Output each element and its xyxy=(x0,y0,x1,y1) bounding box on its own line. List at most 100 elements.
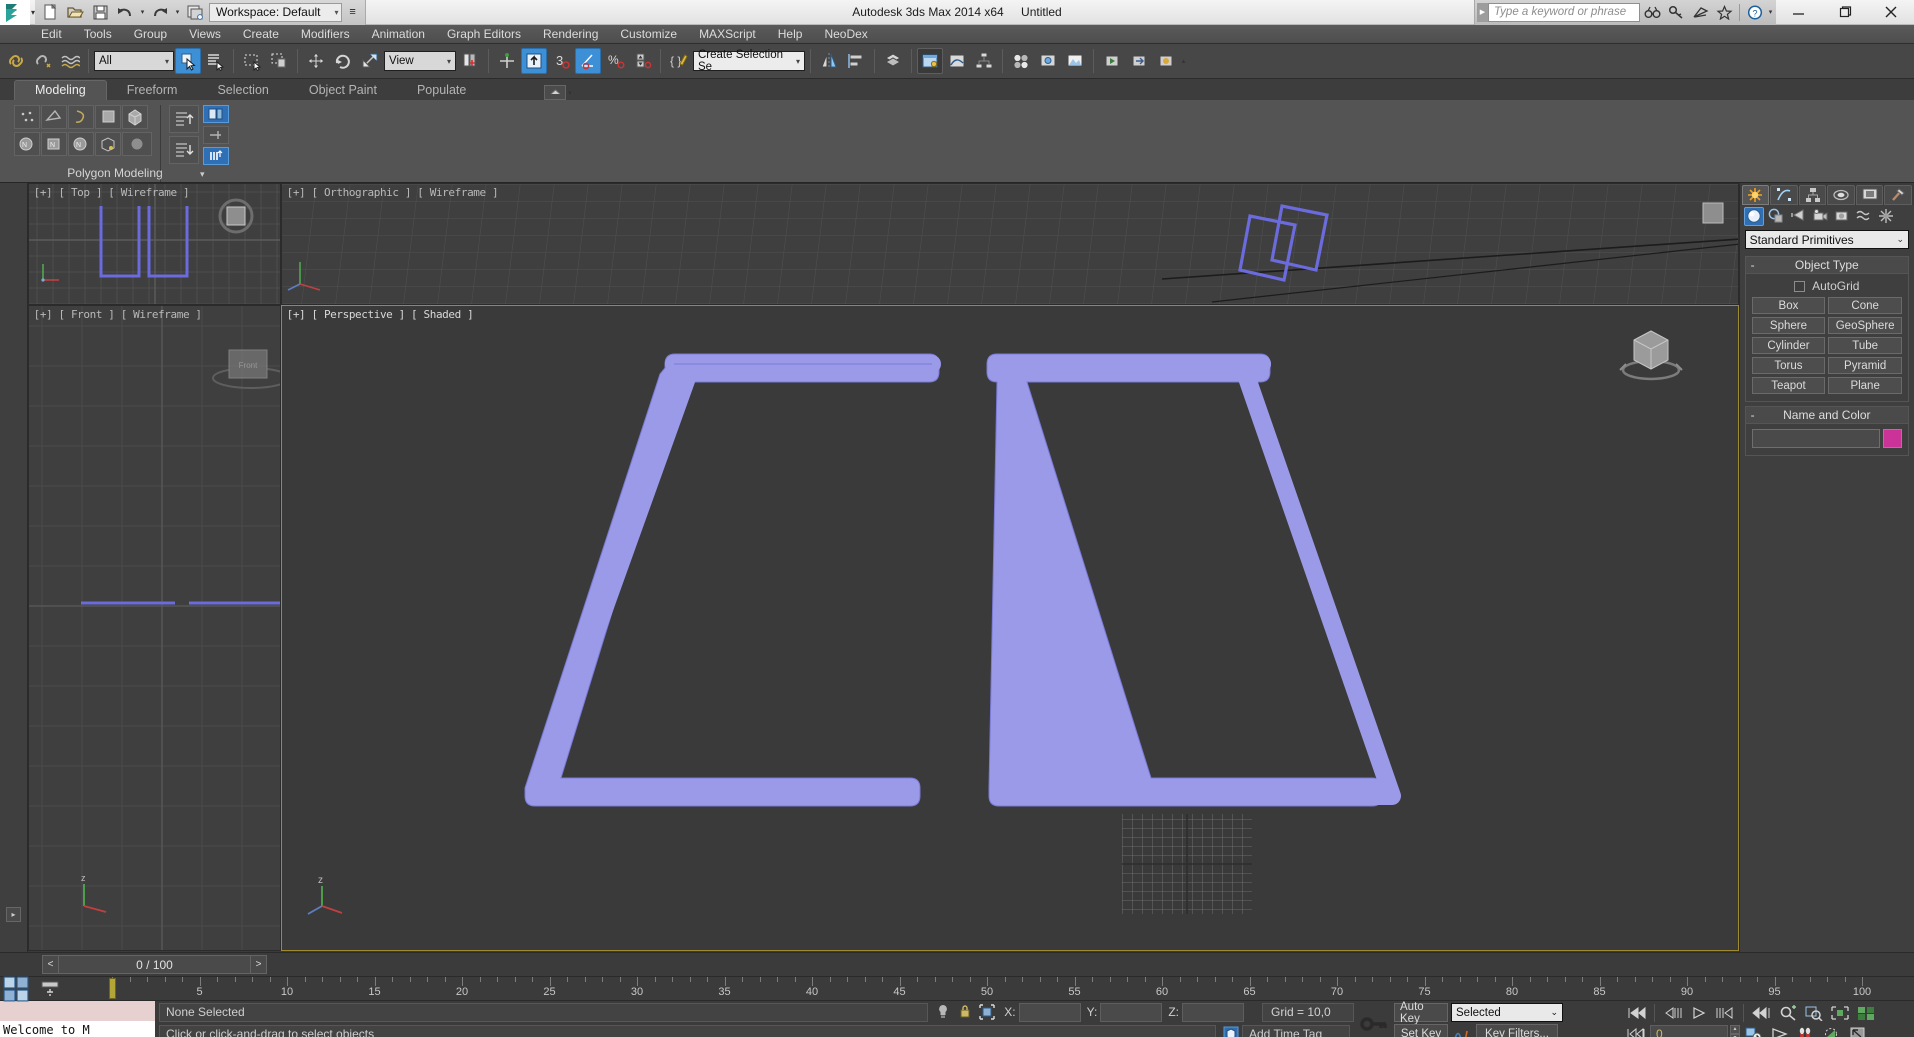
select-object-icon[interactable] xyxy=(175,48,201,74)
show-cage-icon[interactable] xyxy=(203,105,229,123)
lightbulb-icon[interactable] xyxy=(932,1002,954,1022)
preserve-uvs-icon[interactable] xyxy=(203,147,229,165)
rendered-frame-window-icon[interactable] xyxy=(1062,48,1088,74)
motion-tab[interactable] xyxy=(1827,185,1855,205)
coord-z-field[interactable] xyxy=(1182,1002,1244,1022)
viewport-perspective[interactable]: z [+] [ Perspective ] [ Shaded ] xyxy=(280,305,1739,951)
frame-readout[interactable]: 0 / 100 xyxy=(59,955,250,974)
cameras-icon[interactable] xyxy=(1810,207,1830,226)
rectangular-selection-region-icon[interactable] xyxy=(239,48,265,74)
menu-item-modifiers[interactable]: Modifiers xyxy=(290,25,361,43)
edit-named-selection-sets-icon[interactable]: { } xyxy=(666,48,692,74)
paint-connect-icon[interactable] xyxy=(95,132,121,156)
workspace-selector[interactable]: Workspace: Default ▾ xyxy=(209,2,342,22)
cylinder-button[interactable]: Cylinder xyxy=(1751,337,1826,354)
close-icon[interactable] xyxy=(1868,0,1914,25)
help-dropdown-icon[interactable]: ▾ xyxy=(1767,8,1774,16)
key-mode-icon[interactable] xyxy=(1354,1001,1394,1037)
search-input[interactable]: Type a keyword or phrase xyxy=(1488,2,1640,22)
material-editor-icon[interactable] xyxy=(1008,48,1034,74)
ribbon-options-caret-icon[interactable]: ▾ xyxy=(566,89,573,97)
isolate-selection-icon[interactable] xyxy=(1220,1024,1242,1037)
maxscript-input-line[interactable] xyxy=(0,1001,155,1021)
previous-frame-icon[interactable] xyxy=(1661,1003,1685,1023)
goto-end-icon[interactable] xyxy=(1750,1003,1774,1023)
zoom-icon[interactable] xyxy=(1776,1003,1800,1023)
spinner-snap-toggle-icon[interactable] xyxy=(629,48,655,74)
collapse-up-icon[interactable] xyxy=(169,105,199,133)
menu-item-create[interactable]: Create xyxy=(232,25,290,43)
satellite-icon[interactable] xyxy=(1688,1,1712,23)
time-configuration-icon[interactable] xyxy=(1742,1024,1766,1037)
viewport-front[interactable]: Front z [+] [ Front ] [ Wireframe ] xyxy=(27,305,281,951)
generate-topology-icon[interactable]: N xyxy=(14,132,40,156)
maxscript-mini-listener[interactable]: Welcome to M xyxy=(0,1001,155,1037)
key-mode-toggle-icon[interactable] xyxy=(1624,1024,1648,1037)
torus-button[interactable]: Torus xyxy=(1751,357,1826,374)
unlink-selection-icon[interactable] xyxy=(30,48,56,74)
menu-item-maxscript[interactable]: MAXScript xyxy=(688,25,767,43)
next-frame-arrow[interactable]: > xyxy=(250,955,267,974)
menu-item-customize[interactable]: Customize xyxy=(609,25,688,43)
app-logo[interactable] xyxy=(0,0,30,25)
coord-x-field[interactable] xyxy=(1018,1002,1081,1022)
previous-frame-arrow[interactable]: < xyxy=(42,955,59,974)
angle-snap-toggle-icon[interactable] xyxy=(575,48,601,74)
view-cube-perspective[interactable] xyxy=(1616,318,1686,384)
absolute-relative-icon[interactable] xyxy=(976,1002,998,1022)
key-filters-curve-icon[interactable] xyxy=(1451,1024,1473,1037)
selection-filter-dropdown[interactable]: All ▾ xyxy=(94,51,174,71)
tab-modeling[interactable]: Modeling xyxy=(14,80,107,100)
rollout-collapse-icon[interactable]: - xyxy=(1751,258,1755,272)
reference-coordinate-dropdown[interactable]: View ▾ xyxy=(384,51,456,71)
pyramid-button[interactable]: Pyramid xyxy=(1828,357,1902,374)
menu-item-edit[interactable]: Edit xyxy=(30,25,73,43)
minimize-icon[interactable] xyxy=(1776,0,1822,25)
viewport-top[interactable]: [+] [ Top ] [ Wireframe ] xyxy=(27,183,281,305)
project-folder-icon[interactable] xyxy=(184,2,206,23)
menu-item-neodex[interactable]: NeoDex xyxy=(813,25,878,43)
key-mode-dropdown[interactable]: Selected ⌄ xyxy=(1451,1003,1563,1022)
tab-populate[interactable]: Populate xyxy=(397,81,486,100)
zoom-extents-all-icon[interactable] xyxy=(1854,1003,1878,1023)
align-icon[interactable] xyxy=(843,48,869,74)
select-by-name-icon[interactable] xyxy=(202,48,228,74)
quad-viewport-layout-icon[interactable] xyxy=(0,976,32,1002)
viewport-orthographic[interactable]: [+] [ Orthographic ] [ Wireframe ] xyxy=(280,183,1739,305)
render-production-icon[interactable] xyxy=(1099,48,1125,74)
key-filters-button[interactable]: Key Filters... xyxy=(1476,1024,1558,1037)
infocenter-expand-icon[interactable]: ▶ xyxy=(1477,2,1488,22)
shapes-icon[interactable] xyxy=(1766,207,1786,226)
space-warps-icon[interactable] xyxy=(1854,207,1874,226)
window-crossing-icon[interactable] xyxy=(266,48,292,74)
open-file-icon[interactable] xyxy=(64,2,86,23)
next-frame-icon[interactable] xyxy=(1713,1003,1737,1023)
mirror-icon[interactable] xyxy=(816,48,842,74)
viewport-perspective-label[interactable]: [+] [ Perspective ] [ Shaded ] xyxy=(287,308,474,321)
ribbon-panel-dropdown-icon[interactable]: ▾ xyxy=(200,169,205,180)
schematic-view-icon[interactable] xyxy=(971,48,997,74)
rollout-object-type-header[interactable]: - Object Type xyxy=(1745,257,1908,274)
select-link-icon[interactable] xyxy=(3,48,29,74)
tab-object-paint[interactable]: Object Paint xyxy=(289,81,397,100)
polygon-icon[interactable] xyxy=(95,105,121,129)
render-iterative-icon[interactable] xyxy=(1126,48,1152,74)
tab-freeform[interactable]: Freeform xyxy=(107,81,198,100)
maxscript-output-line[interactable]: Welcome to M xyxy=(0,1021,155,1037)
view-cube-orthographic[interactable] xyxy=(1698,198,1728,228)
select-and-move-icon[interactable] xyxy=(303,48,329,74)
menu-item-views[interactable]: Views xyxy=(178,25,232,43)
current-frame-field[interactable]: 0 xyxy=(1650,1024,1728,1037)
collapse-down-icon[interactable] xyxy=(169,136,199,164)
new-scene-icon[interactable] xyxy=(39,2,61,23)
helpers-icon[interactable] xyxy=(1832,207,1852,226)
tab-selection[interactable]: Selection xyxy=(197,81,288,100)
render-setup-icon[interactable] xyxy=(1035,48,1061,74)
maximize-icon[interactable] xyxy=(1822,0,1868,25)
help-icon[interactable]: ? xyxy=(1743,1,1767,23)
angle-snap-value[interactable]: 3 xyxy=(548,48,574,74)
layer-manager-icon[interactable] xyxy=(880,48,906,74)
menu-item-group[interactable]: Group xyxy=(123,25,178,43)
activeshade-icon[interactable] xyxy=(1153,48,1179,74)
curve-editor-icon[interactable] xyxy=(944,48,970,74)
